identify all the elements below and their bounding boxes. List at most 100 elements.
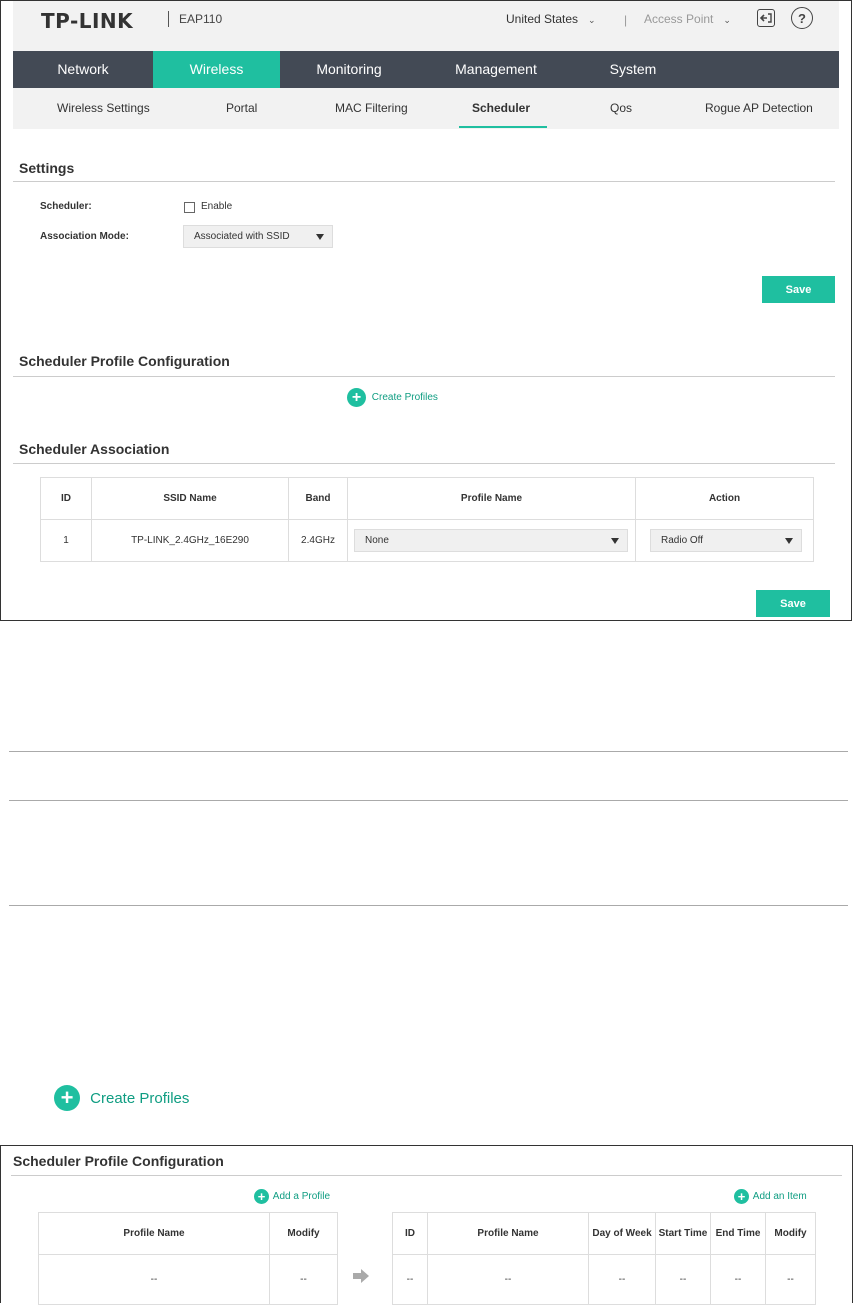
help-icon[interactable]: ? — [791, 7, 813, 29]
sub-nav-wireless-settings[interactable]: Wireless Settings — [57, 88, 150, 129]
table-row: 1 TP-LINK_2.4GHz_16E290 2.4GHz None Radi… — [40, 519, 814, 562]
main-nav-management[interactable]: Management — [418, 51, 574, 88]
table-row: -- -- -- -- -- -- — [392, 1254, 816, 1305]
row-band: 2.4GHz — [288, 519, 348, 562]
chevron-down-icon: ⌄ — [723, 15, 731, 25]
plus-circle-icon: + — [734, 1189, 749, 1204]
association-mode-label: Association Mode: — [40, 231, 129, 242]
mode-label: Access Point — [644, 12, 714, 26]
table-header-row: ID Profile Name Day of Week Start Time E… — [392, 1212, 816, 1255]
profile-name-value: None — [365, 535, 389, 546]
main-nav: Network Wireless Monitoring Management S… — [13, 51, 839, 88]
profile-config-divider — [13, 376, 835, 377]
row-ssid: TP-LINK_2.4GHz_16E290 — [91, 519, 289, 562]
settings-divider — [13, 181, 835, 182]
cell-day-of-week: -- — [588, 1254, 656, 1305]
create-profiles-link[interactable]: + Create Profiles — [347, 388, 438, 407]
add-item-link[interactable]: + Add an Item — [734, 1189, 807, 1204]
col-ssid: SSID Name — [91, 477, 289, 520]
profile-list-table: Profile Name Modify -- -- — [38, 1212, 338, 1305]
col-modify: Modify — [269, 1212, 338, 1255]
action-select[interactable]: Radio Off — [650, 529, 802, 552]
plus-circle-icon: + — [54, 1085, 80, 1111]
cell-modify: -- — [765, 1254, 816, 1305]
caret-down-icon — [316, 233, 324, 240]
create-profiles-large-link[interactable]: + Create Profiles — [54, 1085, 189, 1111]
brand-logo: TP-LINK — [41, 9, 134, 33]
scheduler-screenshot: TP-LINK EAP110 United States ⌄ | Access P… — [0, 0, 852, 621]
cell-start-time: -- — [655, 1254, 711, 1305]
col-profile-name: Profile Name — [427, 1212, 589, 1255]
plus-circle-icon: + — [347, 388, 366, 407]
settings-save-button[interactable]: Save — [762, 276, 835, 303]
col-modify: Modify — [765, 1212, 816, 1255]
main-nav-network[interactable]: Network — [13, 51, 153, 88]
help-glyph: ? — [798, 10, 806, 26]
header-separator: | — [624, 13, 628, 27]
association-save-button[interactable]: Save — [756, 590, 830, 617]
enable-label: Enable — [201, 201, 233, 212]
action-value: Radio Off — [661, 535, 704, 546]
mode-select[interactable]: Access Point ⌄ — [644, 12, 731, 26]
col-profile-name: Profile Name — [347, 477, 636, 520]
model-name: EAP110 — [168, 11, 222, 27]
col-id: ID — [392, 1212, 428, 1255]
association-table: ID SSID Name Band Profile Name Action 1 … — [40, 477, 814, 562]
logout-icon[interactable] — [757, 9, 775, 27]
sub-nav-portal[interactable]: Portal — [226, 88, 257, 129]
add-profile-link[interactable]: + Add a Profile — [254, 1189, 330, 1204]
create-profiles-large-label: Create Profiles — [90, 1089, 190, 1107]
association-title: Scheduler Association — [19, 441, 170, 457]
sub-nav-scheduler[interactable]: Scheduler — [472, 88, 530, 129]
scheduler-label: Scheduler: — [40, 201, 92, 212]
col-day-of-week: Day of Week — [588, 1212, 656, 1255]
col-id: ID — [40, 477, 92, 520]
scheduler-enable-checkbox[interactable] — [184, 202, 195, 213]
main-nav-wireless[interactable]: Wireless — [153, 51, 280, 88]
row-action-cell: Radio Off — [635, 519, 814, 562]
cell-end-time: -- — [710, 1254, 766, 1305]
table-header-row: Profile Name Modify — [38, 1212, 338, 1255]
table-row: -- -- — [38, 1254, 338, 1305]
active-tab-indicator — [459, 126, 547, 128]
region-label: United States — [506, 12, 579, 26]
col-band: Band — [288, 477, 348, 520]
divider-line — [9, 800, 848, 801]
sub-nav-qos[interactable]: Qos — [610, 88, 632, 129]
create-profiles-label: Create Profiles — [371, 392, 438, 403]
profile-config2-title: Scheduler Profile Configuration — [13, 1153, 224, 1169]
region-select[interactable]: United States ⌄ — [506, 12, 596, 26]
row-profile-cell: None — [347, 519, 636, 562]
plus-circle-icon: + — [254, 1189, 269, 1204]
profile-config2-divider — [11, 1175, 842, 1176]
association-divider — [13, 463, 835, 464]
caret-down-icon — [785, 537, 793, 544]
col-end-time: End Time — [710, 1212, 766, 1255]
col-profile-name: Profile Name — [38, 1212, 270, 1255]
col-action: Action — [635, 477, 814, 520]
profile-items-table: ID Profile Name Day of Week Start Time E… — [392, 1212, 816, 1305]
cell-id: -- — [392, 1254, 428, 1305]
add-item-label: Add an Item — [752, 1191, 807, 1202]
sub-nav-rogue-ap-detection[interactable]: Rogue AP Detection — [705, 88, 813, 129]
cell-profile-name: -- — [38, 1254, 270, 1305]
main-nav-system[interactable]: System — [574, 51, 692, 88]
cell-modify: -- — [269, 1254, 338, 1305]
chevron-down-icon: ⌄ — [588, 15, 596, 25]
main-nav-monitoring[interactable]: Monitoring — [280, 51, 418, 88]
add-profile-label: Add a Profile — [272, 1191, 331, 1202]
sub-nav: Wireless Settings Portal MAC Filtering S… — [13, 88, 839, 129]
profile-name-select[interactable]: None — [354, 529, 628, 552]
profile-config-title: Scheduler Profile Configuration — [19, 353, 230, 369]
top-bar: TP-LINK EAP110 United States ⌄ | Access P… — [13, 1, 839, 51]
arrow-right-icon — [353, 1269, 369, 1283]
caret-down-icon — [611, 537, 619, 544]
table-header-row: ID SSID Name Band Profile Name Action — [40, 477, 814, 520]
divider-line — [9, 905, 848, 906]
cell-profile-name: -- — [427, 1254, 589, 1305]
col-start-time: Start Time — [655, 1212, 711, 1255]
association-mode-value: Associated with SSID — [194, 231, 290, 242]
row-id: 1 — [40, 519, 92, 562]
sub-nav-mac-filtering[interactable]: MAC Filtering — [335, 88, 408, 129]
association-mode-select[interactable]: Associated with SSID — [183, 225, 333, 248]
